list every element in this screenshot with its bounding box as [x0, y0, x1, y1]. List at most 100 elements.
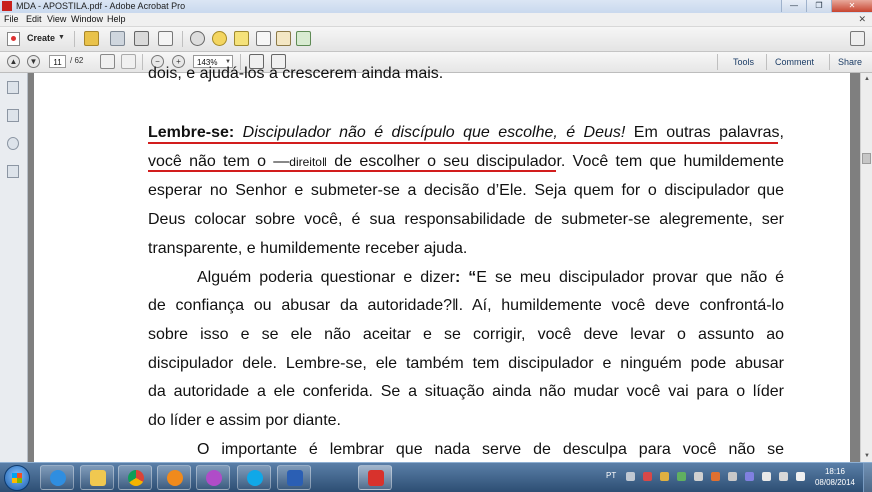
- settings-gear-icon[interactable]: [190, 31, 205, 46]
- attachments-paperclip-icon[interactable]: [7, 137, 19, 150]
- navigation-panel: [0, 73, 28, 462]
- itunes-icon: [206, 470, 222, 486]
- paragraph-2-line-1: Alguém poderia questionar e dizer: “E se…: [197, 268, 784, 288]
- tray-icon[interactable]: [677, 472, 686, 481]
- email-icon[interactable]: [158, 31, 173, 46]
- toolbar-divider: [74, 31, 75, 47]
- print-icon[interactable]: [134, 31, 149, 46]
- taskbar-clock[interactable]: 18:16 08/08/2014: [810, 466, 860, 488]
- taskbar-internet-explorer[interactable]: [40, 465, 74, 490]
- battery-icon[interactable]: [779, 472, 788, 481]
- save-icon[interactable]: [110, 31, 125, 46]
- internet-explorer-icon: [50, 470, 66, 486]
- tray-icon[interactable]: [660, 472, 669, 481]
- paragraph-1-line-2: você não tem o ―direito‖ de escolher o s…: [148, 152, 784, 172]
- toolbar-divider: [829, 54, 830, 70]
- red-underline-2: [148, 170, 556, 172]
- taskbar-skype[interactable]: [237, 465, 271, 490]
- taskbar-acrobat[interactable]: [358, 465, 392, 490]
- window-title: MDA - APOSTILA.pdf - Adobe Acrobat Pro: [16, 1, 186, 11]
- show-desktop-button[interactable]: [863, 463, 872, 492]
- language-indicator[interactable]: PT: [606, 471, 616, 480]
- windows-taskbar: PT 18:16 08/08/2014: [0, 462, 872, 492]
- create-icon[interactable]: [7, 32, 20, 46]
- minimize-button[interactable]: —: [781, 0, 806, 12]
- title-bar: MDA - APOSTILA.pdf - Adobe Acrobat Pro —…: [0, 0, 872, 14]
- paragraph-2-line-4: discipulador dele. Lembre-se, ele também…: [148, 355, 784, 372]
- toolbar-divider: [182, 31, 183, 47]
- text-span: de escolher o seu discipulador: [326, 153, 561, 170]
- tray-icon[interactable]: [694, 472, 703, 481]
- network-icon[interactable]: [796, 472, 805, 481]
- menu-view[interactable]: View: [47, 13, 66, 26]
- paragraph-1-line-3: esperar no Senhor e submeter-se a decisã…: [148, 182, 784, 199]
- acrobat-app-icon: [2, 1, 12, 11]
- restore-button[interactable]: ❐: [806, 0, 831, 12]
- expand-icon[interactable]: [850, 31, 865, 46]
- taskbar-word[interactable]: [277, 465, 311, 490]
- highlight-pen-icon[interactable]: [234, 31, 249, 46]
- red-underline-1: [148, 142, 778, 144]
- page-total: / 62: [70, 56, 84, 65]
- document-stamp-icon[interactable]: [256, 31, 271, 46]
- paragraph-2-line-6: do líder e assim por diante.: [148, 412, 341, 429]
- document-export-icon[interactable]: [296, 31, 311, 46]
- tray-icon[interactable]: [762, 472, 771, 481]
- start-button[interactable]: [4, 465, 30, 491]
- menu-file[interactable]: File: [4, 13, 19, 26]
- previous-page-icon[interactable]: ▲: [7, 55, 20, 68]
- comment-pane-button[interactable]: Comment: [775, 55, 814, 69]
- tray-icon[interactable]: [728, 472, 737, 481]
- toolbar-divider: [142, 54, 143, 70]
- paragraph-1-line-4: Deus colocar sobre você, é sua responsab…: [148, 211, 784, 228]
- tools-pane-button[interactable]: Tools: [733, 55, 754, 69]
- paragraph-1-line-1: Lembre-se: Discipulador não é discípulo …: [148, 123, 784, 143]
- signatures-icon[interactable]: [7, 165, 19, 178]
- tray-icon[interactable]: [745, 472, 754, 481]
- word-icon: [287, 470, 303, 486]
- toolbar-divider: [717, 54, 718, 70]
- text-line-partial: dois, e ajudá-los a crescerem ainda mais…: [148, 65, 444, 82]
- share-pane-button[interactable]: Share: [838, 55, 862, 69]
- hand-tool-icon[interactable]: [121, 54, 136, 69]
- menu-bar: File Edit View Window Help ✕: [0, 13, 872, 27]
- text-span: E se meu discipulador provar que não é: [476, 269, 785, 286]
- next-page-icon[interactable]: ▼: [27, 55, 40, 68]
- taskbar-file-explorer[interactable]: [80, 465, 114, 490]
- scroll-up-icon[interactable]: ▲: [862, 74, 872, 84]
- tray-icon[interactable]: [626, 472, 635, 481]
- clock-time: 18:16: [824, 467, 846, 476]
- text-span: Em outras palavras,: [625, 124, 785, 141]
- vertical-scrollbar[interactable]: ▲ ▼: [860, 73, 872, 462]
- document-edit-icon[interactable]: [276, 31, 291, 46]
- chrome-icon: [128, 470, 144, 486]
- folder-icon: [90, 470, 106, 486]
- close-document-icon[interactable]: ✕: [858, 13, 866, 26]
- page-thumbnails-icon[interactable]: [7, 81, 19, 94]
- toolbar-divider: [766, 54, 767, 70]
- comment-bubble-icon[interactable]: [212, 31, 227, 46]
- menu-help[interactable]: Help: [107, 13, 126, 26]
- close-button[interactable]: ✕: [831, 0, 872, 12]
- menu-window[interactable]: Window: [71, 13, 103, 26]
- menu-edit[interactable]: Edit: [26, 13, 42, 26]
- taskbar-itunes[interactable]: [196, 465, 230, 490]
- taskbar-chrome[interactable]: [118, 465, 152, 490]
- taskbar-media-player[interactable]: [157, 465, 191, 490]
- tray-icon[interactable]: [711, 472, 720, 481]
- chevron-down-icon[interactable]: ▼: [58, 34, 65, 41]
- tray-icon[interactable]: [643, 472, 652, 481]
- text-span: você não tem o ―: [148, 153, 290, 170]
- page-number-input[interactable]: 11: [49, 55, 66, 68]
- create-button[interactable]: Create: [27, 33, 55, 43]
- bookmarks-icon[interactable]: [7, 109, 19, 122]
- main-toolbar: Create ▼: [0, 27, 872, 52]
- paragraph-3-line-1: O importante é lembrar que nada serve de…: [197, 441, 784, 458]
- open-folder-icon[interactable]: [84, 31, 99, 46]
- scroll-down-icon[interactable]: ▼: [862, 451, 872, 461]
- text-span-small: direito‖: [289, 155, 327, 169]
- scroll-thumb[interactable]: [862, 153, 871, 164]
- lembre-se-label: Lembre-se:: [148, 124, 235, 141]
- select-cursor-icon[interactable]: [100, 54, 115, 69]
- clock-date: 08/08/2014: [814, 478, 856, 487]
